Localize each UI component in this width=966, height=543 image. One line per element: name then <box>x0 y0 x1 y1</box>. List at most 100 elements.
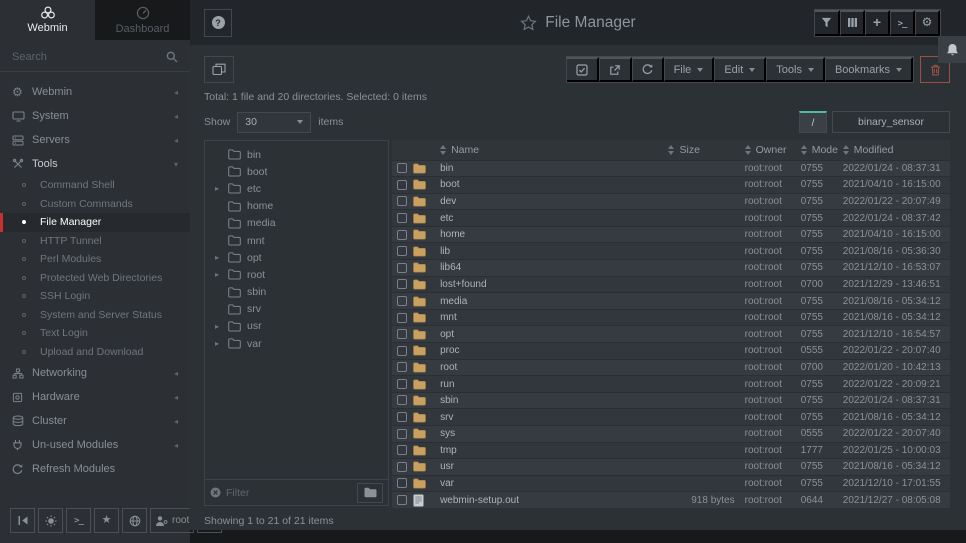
sort-icon[interactable] <box>668 145 674 155</box>
sidebar-search-input[interactable] <box>12 51 166 63</box>
tree-item-sbin[interactable]: sbin <box>205 284 388 301</box>
menu-bookmarks[interactable]: Bookmarks <box>825 57 913 82</box>
sidebar-item-perl-modules[interactable]: Perl Modules <box>0 250 190 269</box>
table-row[interactable]: optroot:root07552021/12/10 - 16:54:57 <box>392 326 950 343</box>
sort-icon[interactable] <box>801 145 807 155</box>
table-row[interactable]: lib64root:root07552021/12/10 - 16:53:07 <box>392 260 950 277</box>
check-square-button[interactable] <box>567 57 599 82</box>
expand-caret-icon[interactable]: ▸ <box>215 270 228 279</box>
table-row[interactable]: tmproot:root17772022/01/25 - 10:00:03 <box>392 442 950 459</box>
menu-edit[interactable]: Edit <box>714 57 766 82</box>
show-count-select[interactable]: 30 <box>237 112 311 133</box>
cell-name[interactable]: bin <box>440 160 668 177</box>
sort-icon[interactable] <box>745 145 751 155</box>
sidebar-item-refresh-modules[interactable]: Refresh Modules <box>0 457 190 481</box>
expand-caret-icon[interactable]: ▸ <box>215 339 228 348</box>
row-checkbox[interactable] <box>397 296 407 306</box>
row-checkbox[interactable] <box>397 478 407 488</box>
sidebar-item-cluster[interactable]: Cluster◂ <box>0 409 190 433</box>
cell-name[interactable]: lib <box>440 243 668 260</box>
share-button[interactable] <box>599 57 632 82</box>
file-search-input[interactable] <box>832 111 950 133</box>
table-row[interactable]: libroot:root07552021/08/16 - 05:36:30 <box>392 243 950 260</box>
table-row[interactable]: varroot:root07552021/12/10 - 17:01:55 <box>392 475 950 492</box>
row-checkbox[interactable] <box>397 346 407 356</box>
tree-item-root[interactable]: ▸root <box>205 266 388 283</box>
cell-name[interactable]: var <box>440 475 668 492</box>
sidebar-item-file-manager[interactable]: File Manager <box>0 213 190 232</box>
row-checkbox[interactable] <box>397 412 407 422</box>
terminal-button[interactable]: >_ <box>890 10 915 36</box>
row-checkbox[interactable] <box>397 445 407 455</box>
cell-name[interactable]: dev <box>440 193 668 210</box>
search-icon[interactable] <box>166 51 178 63</box>
table-row[interactable]: lost+foundroot:root07002021/12/29 - 13:4… <box>392 276 950 293</box>
columns-button[interactable] <box>840 10 865 36</box>
row-checkbox[interactable] <box>397 313 407 323</box>
expand-caret-icon[interactable]: ▸ <box>215 253 228 262</box>
tree-item-var[interactable]: ▸var <box>205 335 388 352</box>
refresh-button[interactable] <box>632 57 664 82</box>
help-button[interactable]: ? <box>204 9 232 37</box>
table-row[interactable]: homeroot:root07552021/04/10 - 16:15:00 <box>392 226 950 243</box>
tree-item-mnt[interactable]: mnt <box>205 232 388 249</box>
collapse-sidebar-button[interactable] <box>10 508 35 533</box>
tree-item-boot[interactable]: boot <box>205 163 388 180</box>
copy-icon-button[interactable] <box>204 56 234 83</box>
sidebar-item-text-login[interactable]: Text Login <box>0 324 190 343</box>
table-row[interactable]: srvroot:root07552021/08/16 - 05:34:12 <box>392 409 950 426</box>
sidebar-item-ssh-login[interactable]: SSH Login <box>0 287 190 306</box>
star-button[interactable]: ★ <box>94 508 119 533</box>
table-row[interactable]: runroot:root07552022/01/22 - 20:09:21 <box>392 376 950 393</box>
sidebar-item-tools[interactable]: Tools▾ <box>0 152 190 176</box>
tree-item-bin[interactable]: bin <box>205 146 388 163</box>
row-checkbox[interactable] <box>397 495 407 505</box>
sidebar-item-upload-and-download[interactable]: Upload and Download <box>0 343 190 362</box>
cell-name[interactable]: root <box>440 359 668 376</box>
cell-name[interactable]: run <box>440 376 668 393</box>
sidebar-item-system[interactable]: System◂ <box>0 104 190 128</box>
cell-name[interactable]: sys <box>440 426 668 443</box>
column-header-modified[interactable]: Modified <box>843 140 950 160</box>
row-checkbox[interactable] <box>397 379 407 389</box>
column-header-name[interactable]: Name <box>440 140 668 160</box>
cell-name[interactable]: media <box>440 293 668 310</box>
tree-item-usr[interactable]: ▸usr <box>205 318 388 335</box>
tab-webmin[interactable]: Webmin <box>0 0 95 40</box>
user-button[interactable]: root <box>150 508 194 533</box>
row-checkbox[interactable] <box>397 230 407 240</box>
sidebar-item-http-tunnel[interactable]: HTTP Tunnel <box>0 232 190 251</box>
tree-item-etc[interactable]: ▸etc <box>205 180 388 197</box>
tree-folder-button[interactable] <box>357 483 383 503</box>
sort-icon[interactable] <box>843 145 849 155</box>
globe-button[interactable] <box>122 508 147 533</box>
table-row[interactable]: sysroot:root05552022/01/22 - 20:07:40 <box>392 426 950 443</box>
cell-name[interactable]: opt <box>440 326 668 343</box>
row-checkbox[interactable] <box>397 246 407 256</box>
cell-name[interactable]: lib64 <box>440 260 668 277</box>
table-row[interactable]: devroot:root07552022/01/22 - 20:07:49 <box>392 193 950 210</box>
table-row[interactable]: mntroot:root07552021/08/16 - 05:34:12 <box>392 309 950 326</box>
table-row[interactable]: procroot:root05552022/01/22 - 20:07:40 <box>392 343 950 360</box>
table-row[interactable]: mediaroot:root07552021/08/16 - 05:34:12 <box>392 293 950 310</box>
cell-name[interactable]: etc <box>440 210 668 227</box>
table-row[interactable]: sbinroot:root07552022/01/24 - 08:37:31 <box>392 392 950 409</box>
tab-dashboard[interactable]: Dashboard <box>95 0 190 40</box>
row-checkbox[interactable] <box>397 462 407 472</box>
row-checkbox[interactable] <box>397 213 407 223</box>
tree-item-home[interactable]: home <box>205 198 388 215</box>
sidebar-item-servers[interactable]: Servers◂ <box>0 128 190 152</box>
row-checkbox[interactable] <box>397 429 407 439</box>
table-row[interactable]: webmin-setup.out918 bytesroot:root064420… <box>392 492 950 509</box>
filter-button[interactable] <box>815 10 840 36</box>
expand-caret-icon[interactable]: ▸ <box>215 184 228 193</box>
root-path-button[interactable]: / <box>799 111 827 133</box>
cell-name[interactable]: tmp <box>440 442 668 459</box>
cell-name[interactable]: srv <box>440 409 668 426</box>
menu-tools[interactable]: Tools <box>766 57 825 82</box>
table-row[interactable]: binroot:root07552022/01/24 - 08:37:31 <box>392 160 950 177</box>
table-row[interactable]: usrroot:root07552021/08/16 - 05:34:12 <box>392 459 950 476</box>
sidebar-item-un-used-modules[interactable]: Un-used Modules◂ <box>0 433 190 457</box>
row-checkbox[interactable] <box>397 362 407 372</box>
gear-button[interactable]: ⚙ <box>915 10 940 36</box>
